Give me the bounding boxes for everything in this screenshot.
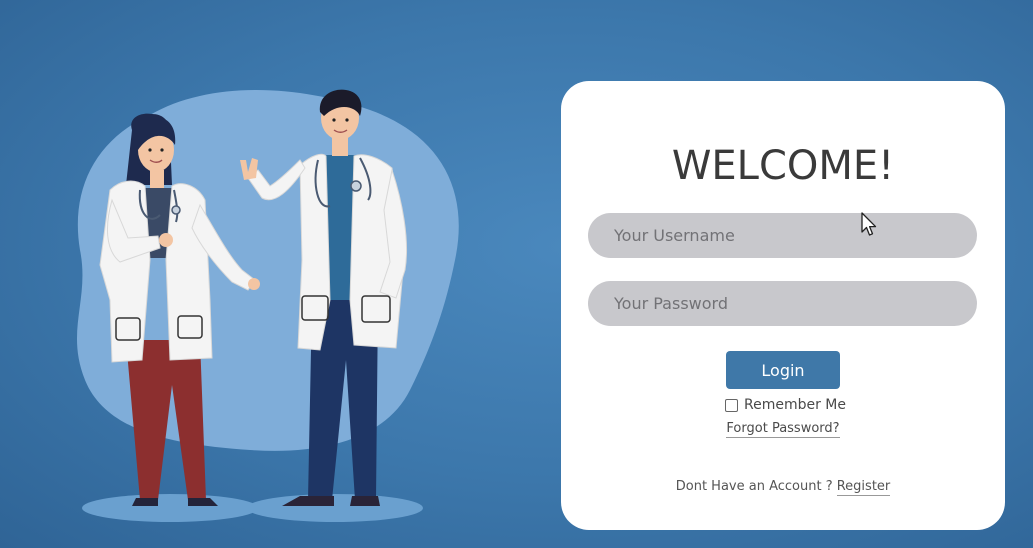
password-placeholder: Your Password: [614, 294, 728, 313]
remember-me-label: Remember Me: [744, 397, 846, 413]
forgot-password-link[interactable]: Forgot Password?: [726, 421, 840, 438]
floor-shadow: [247, 494, 423, 522]
register-row: Dont Have an Account ? Register: [561, 479, 1005, 496]
login-button[interactable]: Login: [726, 351, 840, 389]
doctors-illustration: [76, 89, 459, 522]
no-account-text: Dont Have an Account ?: [675, 479, 833, 494]
login-card: WELCOME! Your Username Your Password Log…: [561, 81, 1005, 530]
username-placeholder: Your Username: [614, 226, 735, 245]
password-input[interactable]: Your Password: [588, 281, 977, 326]
floor-shadow: [82, 494, 258, 522]
forgot-password-row: Forgot Password?: [561, 421, 1005, 438]
username-input[interactable]: Your Username: [588, 213, 977, 258]
register-link[interactable]: Register: [836, 479, 891, 496]
checkbox-icon[interactable]: [725, 398, 738, 412]
mouse-cursor-icon: [861, 212, 877, 236]
page-title: WELCOME!: [671, 143, 895, 189]
remember-me[interactable]: Remember Me: [725, 397, 846, 413]
